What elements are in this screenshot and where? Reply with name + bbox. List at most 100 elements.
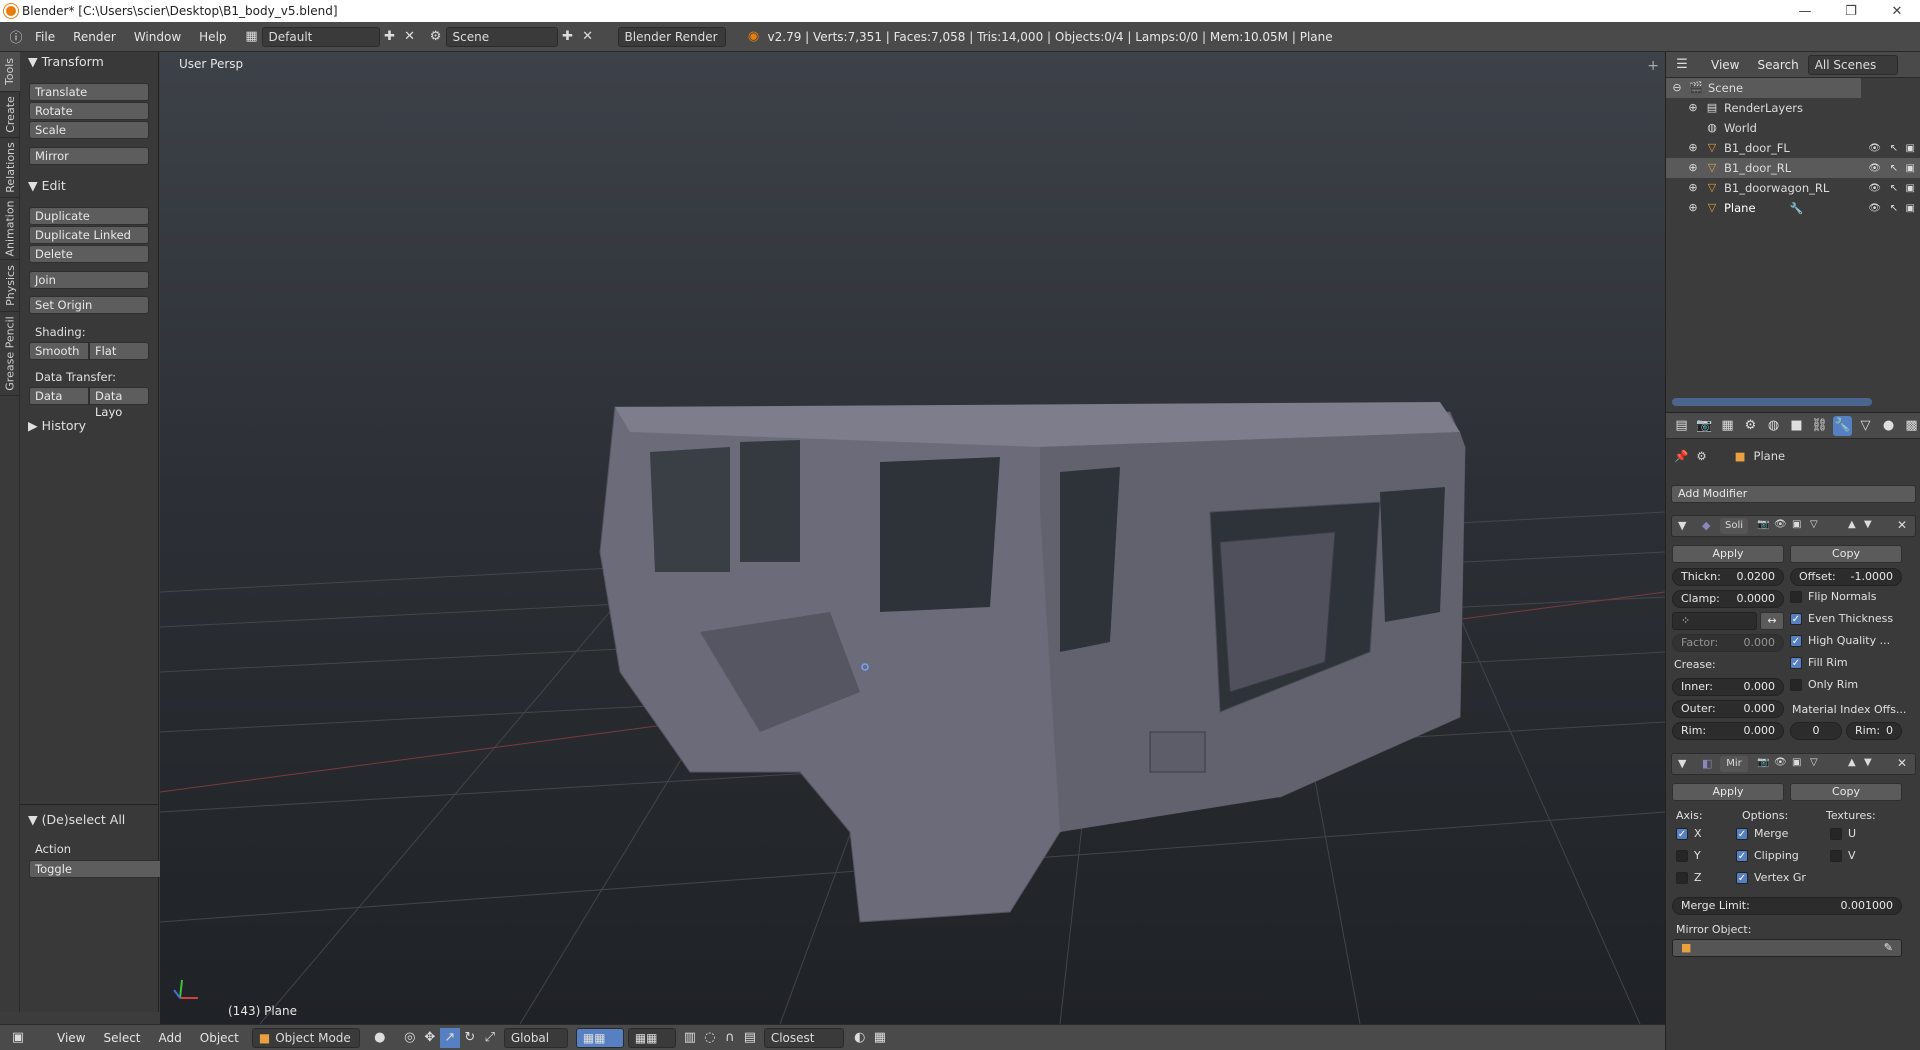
scene-field[interactable]: Scene bbox=[445, 26, 558, 47]
renderable-camera-icon[interactable]: ▣ bbox=[1906, 143, 1915, 154]
editor-type-icon[interactable]: ▣ bbox=[8, 1028, 28, 1048]
translate-button[interactable]: Translate bbox=[29, 83, 149, 101]
merge-limit-field[interactable]: Merge Limit: 0.001000 bbox=[1672, 897, 1902, 915]
expand-icon[interactable]: ⊕ bbox=[1686, 141, 1700, 155]
move-up-icon[interactable]: ▲ bbox=[1848, 757, 1856, 768]
viewport-corner-plus-icon[interactable]: + bbox=[1647, 58, 1659, 74]
material-offset-field[interactable]: 0 bbox=[1790, 722, 1842, 740]
renderable-camera-icon[interactable]: ▣ bbox=[1906, 163, 1915, 174]
snap-icon[interactable]: ∩ bbox=[720, 1028, 740, 1048]
outliner-menu-search[interactable]: Search bbox=[1748, 58, 1807, 72]
visibility-eye-icon[interactable]: 👁 bbox=[1868, 203, 1881, 214]
edit-panel-header[interactable]: ▼ Edit bbox=[28, 178, 66, 193]
add-scene-icon[interactable]: ✚ bbox=[558, 27, 578, 47]
render-toggle-icon[interactable]: 📷 bbox=[1757, 519, 1769, 530]
duplicate-linked-button[interactable]: Duplicate Linked bbox=[29, 226, 149, 244]
rotate-manipulator-icon[interactable]: ↻ bbox=[460, 1028, 480, 1048]
outliner-item-scene[interactable]: ⊖ 🎬 Scene bbox=[1666, 78, 1861, 98]
data-button[interactable]: Data bbox=[29, 387, 89, 405]
info-editor-icon[interactable]: ⓘ bbox=[6, 27, 26, 47]
outliner-display-filter[interactable]: All Scenes bbox=[1807, 54, 1898, 75]
mirror-copy-button[interactable]: Copy bbox=[1790, 783, 1902, 801]
collapse-icon[interactable]: ▼ bbox=[1678, 757, 1686, 770]
join-button[interactable]: Join bbox=[29, 271, 149, 289]
screen-layout-field[interactable]: Default bbox=[261, 26, 380, 47]
outliner-editor-icon[interactable]: ☰ bbox=[1672, 55, 1692, 75]
offset-field[interactable]: Offset: -1.0000 bbox=[1790, 568, 1902, 586]
transform-panel-header[interactable]: ▼ Transform bbox=[28, 54, 104, 69]
menu-render[interactable]: Render bbox=[64, 30, 125, 44]
crease-inner-field[interactable]: Inner: 0.000 bbox=[1672, 678, 1784, 696]
clipping-checkbox[interactable]: ✓ Clipping bbox=[1736, 849, 1799, 862]
selectable-arrow-icon[interactable]: ↖ bbox=[1890, 163, 1898, 174]
expand-icon[interactable]: ⊕ bbox=[1686, 161, 1700, 175]
mirror-name-field[interactable]: Mir bbox=[1720, 756, 1748, 772]
data-layout-button[interactable]: Data Layo bbox=[89, 387, 149, 419]
render-toggle-icon[interactable]: 📷 bbox=[1757, 757, 1769, 768]
outliner-item-b1-door-fl[interactable]: ⊕ ▽ B1_door_FL 👁 ↖ ▣ bbox=[1666, 138, 1920, 158]
texture-v-checkbox[interactable]: V bbox=[1830, 849, 1856, 862]
remove-layout-icon[interactable]: ✕ bbox=[400, 27, 420, 47]
opengl-render-icon[interactable]: ◐ bbox=[850, 1028, 870, 1048]
duplicate-button[interactable]: Duplicate bbox=[29, 207, 149, 225]
menu-add[interactable]: Add bbox=[150, 1031, 191, 1045]
outliner-item-b1-doorwagon-rl[interactable]: ⊕ ▽ B1_doorwagon_RL 👁 ↖ ▣ bbox=[1666, 178, 1920, 198]
layer-buttons-1[interactable]: ▦▦ bbox=[575, 1027, 624, 1048]
minimize-button[interactable]: — bbox=[1782, 0, 1828, 22]
even-thickness-checkbox[interactable]: ✓ Even Thickness bbox=[1790, 612, 1893, 625]
visibility-eye-icon[interactable]: 👁 bbox=[1868, 163, 1881, 174]
selectable-arrow-icon[interactable]: ↖ bbox=[1890, 183, 1898, 194]
factor-field[interactable]: Factor: 0.000 bbox=[1672, 634, 1784, 652]
menu-object[interactable]: Object bbox=[191, 1031, 248, 1045]
menu-help[interactable]: Help bbox=[190, 30, 235, 44]
manipulator-toggle-icon[interactable]: ✥ bbox=[420, 1028, 440, 1048]
menu-window[interactable]: Window bbox=[125, 30, 190, 44]
merge-checkbox[interactable]: ✓ Merge bbox=[1736, 827, 1788, 840]
move-down-icon[interactable]: ▼ bbox=[1864, 757, 1872, 768]
outliner-item-b1-door-rl[interactable]: ⊕ ▽ B1_door_RL 👁 ↖ ▣ bbox=[1666, 158, 1920, 178]
texture-u-checkbox[interactable]: U bbox=[1830, 827, 1856, 840]
vertex-groups-checkbox[interactable]: ✓ Vertex Gr bbox=[1736, 871, 1806, 884]
viewport-toggle-icon[interactable]: 👁 bbox=[1774, 757, 1787, 768]
rotate-button[interactable]: Rotate bbox=[29, 102, 149, 120]
layers-tab-icon[interactable]: ▦ bbox=[1718, 416, 1737, 436]
car-body-mesh[interactable] bbox=[599, 402, 1466, 923]
viewport-shading-icon[interactable]: ● bbox=[370, 1028, 390, 1048]
material-rim-offset-field[interactable]: Rim: 0 bbox=[1846, 722, 1902, 740]
cage-toggle-icon[interactable]: ▽ bbox=[1810, 757, 1818, 768]
outliner-item-plane[interactable]: ⊕ ▽ Plane 🔧 👁 ↖ ▣ bbox=[1666, 198, 1920, 218]
mirror-apply-button[interactable]: Apply bbox=[1672, 783, 1784, 801]
3d-viewport[interactable]: User Persp (143) Plane + bbox=[160, 52, 1665, 1024]
cage-toggle-icon[interactable]: ▽ bbox=[1810, 519, 1818, 530]
viewport-toggle-icon[interactable]: 👁 bbox=[1774, 519, 1787, 530]
mirror-button[interactable]: Mirror bbox=[29, 147, 149, 165]
solidify-apply-button[interactable]: Apply bbox=[1672, 545, 1784, 563]
expand-icon[interactable]: ⊖ bbox=[1670, 81, 1684, 95]
scene-tab-icon[interactable]: ⚙ bbox=[1741, 416, 1760, 436]
constraints-tab-icon[interactable]: ⛓ bbox=[1810, 416, 1829, 436]
collapse-icon[interactable]: ▼ bbox=[1678, 519, 1686, 532]
tab-physics[interactable]: Physics bbox=[0, 260, 20, 312]
tab-relations[interactable]: Relations bbox=[0, 138, 20, 198]
invert-vertex-group-button[interactable]: ↔ bbox=[1760, 612, 1784, 630]
operator-panel-header[interactable]: ▼ (De)select All bbox=[28, 812, 125, 827]
tab-grease-pencil[interactable]: Grease Pencil bbox=[0, 312, 20, 396]
visibility-eye-icon[interactable]: 👁 bbox=[1868, 143, 1881, 154]
proportional-edit-icon[interactable]: ◌ bbox=[700, 1028, 720, 1048]
add-modifier-select[interactable]: Add Modifier bbox=[1671, 485, 1916, 503]
screen-layout-icon[interactable]: ▦ bbox=[242, 27, 262, 47]
pin-icon[interactable]: 📌 bbox=[1674, 449, 1688, 463]
crease-outer-field[interactable]: Outer: 0.000 bbox=[1672, 700, 1784, 718]
thickness-field[interactable]: Thickn: 0.0200 bbox=[1672, 568, 1784, 586]
remove-scene-icon[interactable]: ✕ bbox=[578, 27, 598, 47]
visibility-eye-icon[interactable]: 👁 bbox=[1868, 183, 1881, 194]
crease-rim-field[interactable]: Rim: 0.000 bbox=[1672, 722, 1784, 740]
texture-tab-icon[interactable]: ▩ bbox=[1902, 416, 1920, 436]
world-tab-icon[interactable]: ◍ bbox=[1764, 416, 1783, 436]
history-panel-header[interactable]: ▶ History bbox=[28, 418, 86, 433]
move-down-icon[interactable]: ▼ bbox=[1864, 519, 1872, 530]
snap-target-select[interactable]: Closest bbox=[763, 1027, 844, 1048]
editmode-toggle-icon[interactable]: ▣ bbox=[1792, 519, 1801, 530]
outliner-item-world[interactable]: ◍ World bbox=[1666, 118, 1920, 138]
expand-icon[interactable]: ⊕ bbox=[1686, 181, 1700, 195]
